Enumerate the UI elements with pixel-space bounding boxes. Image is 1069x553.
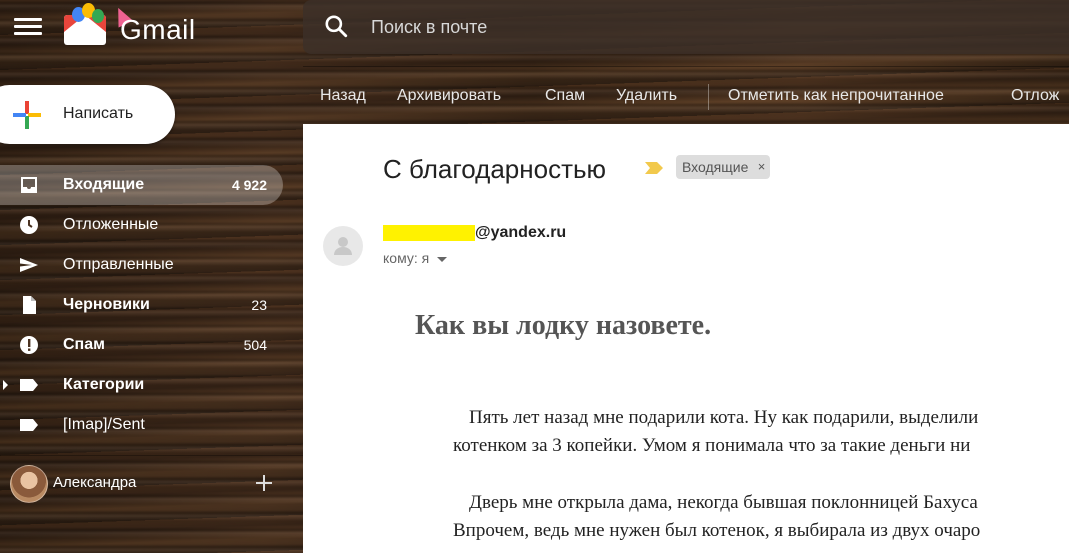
- compose-label: Написать: [63, 105, 134, 122]
- recipient-text: кому: я: [383, 250, 430, 266]
- sidebar-item-label: Входящие: [63, 176, 145, 193]
- sidebar-item-snoozed[interactable]: Отложенные: [0, 205, 303, 245]
- sidebar-nav: Входящие 4 922 Отложенные Отправленные Ч…: [0, 165, 303, 445]
- redacted-sender-name: [383, 224, 475, 241]
- details-caret-icon[interactable]: [437, 256, 448, 262]
- person-icon: [334, 237, 352, 255]
- search-bar[interactable]: [303, 0, 1069, 54]
- app-name: Gmail: [120, 14, 196, 45]
- body-line: Впрочем, ведь мне нужен был котенок, я в…: [453, 520, 981, 541]
- archive-button[interactable]: Архивировать: [397, 87, 501, 105]
- compose-button[interactable]: Написать: [0, 85, 175, 144]
- sender-domain: @yandex.ru: [475, 224, 567, 241]
- sidebar-item-label: [Imap]/Sent: [63, 416, 145, 433]
- message-body-title: Как вы лодку назовете.: [415, 310, 712, 341]
- spam-count: 504: [243, 337, 267, 353]
- label-chip-inbox[interactable]: Входящие ×: [676, 155, 771, 179]
- message-toolbar: Назад Архивировать Спам Удалить Отметить…: [303, 66, 1069, 125]
- toolbar-divider: [708, 84, 709, 110]
- sidebar-item-drafts[interactable]: Черновики 23: [0, 285, 303, 325]
- message-subject: С благодарностью: [383, 154, 607, 184]
- top-bar: Gmail: [0, 0, 1069, 56]
- send-icon: [20, 258, 38, 272]
- sidebar-item-imap-sent[interactable]: [Imap]/Sent: [0, 405, 303, 445]
- gmail-logo[interactable]: Gmail: [62, 3, 195, 46]
- sidebar-item-label: Черновики: [63, 296, 150, 313]
- unread-count: 4 922: [231, 177, 267, 193]
- delete-button[interactable]: Удалить: [616, 87, 677, 105]
- sidebar-item-label: Спам: [63, 336, 105, 353]
- search-icon[interactable]: [323, 13, 349, 39]
- sidebar-divider: [0, 455, 303, 456]
- sidebar-item-sent[interactable]: Отправленные: [0, 245, 303, 285]
- spam-button[interactable]: Спам: [545, 87, 585, 105]
- sender-avatar[interactable]: [323, 226, 363, 266]
- label-icon: [20, 419, 38, 431]
- sender-address[interactable]: @yandex.ru: [383, 224, 566, 242]
- inbox-icon: [21, 177, 37, 193]
- remove-label-icon[interactable]: ×: [758, 155, 766, 179]
- draft-count: 23: [251, 297, 267, 313]
- body-line: Пять лет назад мне подарили кота. Ну как…: [469, 407, 979, 428]
- search-input[interactable]: [369, 13, 973, 41]
- plus-icon: [13, 101, 41, 129]
- spam-icon: [20, 336, 38, 354]
- gmail-envelope-icon: [62, 3, 134, 45]
- body-line: котенком за 3 копейки. Умом я понимала ч…: [453, 435, 971, 456]
- draft-icon: [23, 296, 36, 314]
- hangouts-user[interactable]: Александра: [10, 465, 300, 503]
- label-icon: [20, 379, 38, 391]
- sidebar-item-label: Отложенные: [63, 216, 159, 233]
- importance-marker-icon[interactable]: [645, 162, 663, 174]
- message-pane: С благодарностью Входящие × @yandex.ru к…: [303, 124, 1069, 553]
- back-button[interactable]: Назад: [320, 87, 366, 105]
- sidebar-item-label: Отправленные: [63, 256, 174, 273]
- add-icon[interactable]: [254, 473, 274, 493]
- sidebar-item-inbox[interactable]: Входящие 4 922: [0, 165, 283, 205]
- sidebar-item-categories[interactable]: Категории: [0, 365, 303, 405]
- body-line: Дверь мне открыла дама, некогда бывшая п…: [469, 492, 978, 513]
- user-name: Александра: [53, 474, 137, 491]
- snooze-button[interactable]: Отлож: [1011, 87, 1059, 105]
- sidebar-item-label: Категории: [63, 376, 145, 393]
- avatar[interactable]: [10, 465, 48, 503]
- expand-caret-icon[interactable]: [3, 380, 8, 390]
- recipient-line[interactable]: кому: я: [383, 250, 448, 266]
- main-menu-icon[interactable]: [14, 14, 42, 40]
- label-chip-text: Входящие: [682, 159, 749, 175]
- mark-unread-button[interactable]: Отметить как непрочитанное: [728, 87, 944, 105]
- clock-icon: [20, 216, 38, 234]
- sidebar-item-spam[interactable]: Спам 504: [0, 325, 303, 365]
